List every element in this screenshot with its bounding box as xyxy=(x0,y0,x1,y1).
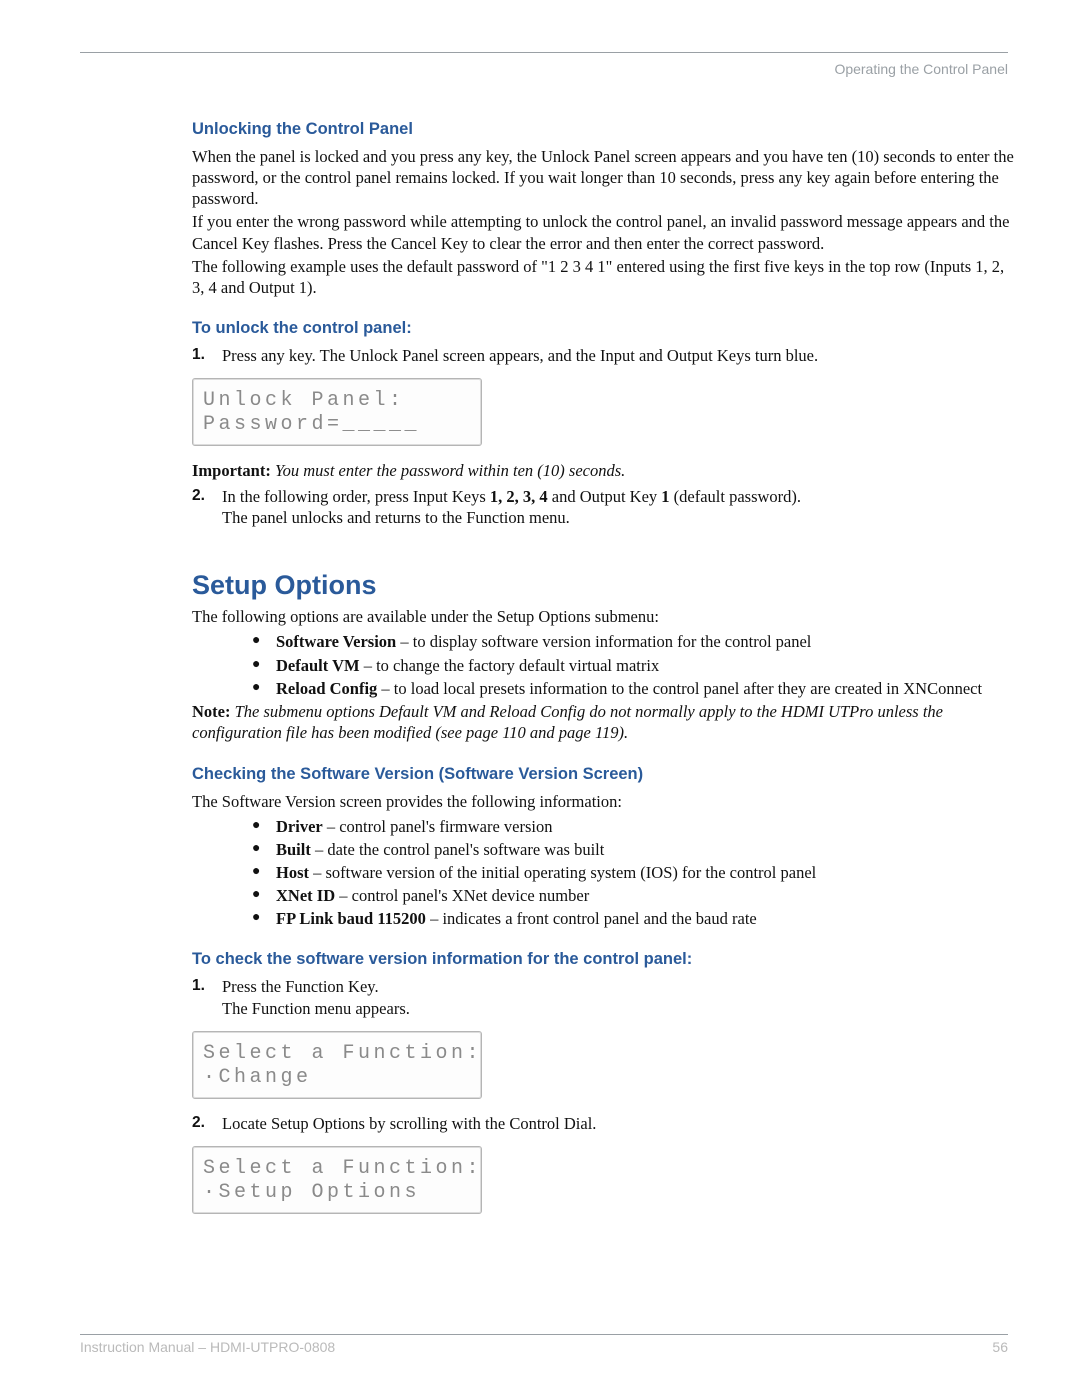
important-note: Important: You must enter the password w… xyxy=(192,460,1016,481)
footer-left: Instruction Manual – HDMI-UTPRO-0808 xyxy=(80,1339,335,1355)
lcd-line: Password=_____ xyxy=(203,413,420,436)
page: Operating the Control Panel Unlocking th… xyxy=(0,0,1080,1397)
bullet-icon: ● xyxy=(252,816,276,837)
list-item: ●Host – software version of the initial … xyxy=(252,862,1016,883)
lcd-line: Select a Function: xyxy=(203,1042,482,1065)
ordered-list: 2. Locate Setup Options by scrolling wit… xyxy=(192,1113,1016,1134)
note-label: Note: xyxy=(192,702,230,721)
step-text: Press any key. The Unlock Panel screen a… xyxy=(222,345,1016,366)
paragraph: If you enter the wrong password while at… xyxy=(192,211,1016,253)
ordered-list: 1. Press any key. The Unlock Panel scree… xyxy=(192,345,1016,366)
step-text: Locate Setup Options by scrolling with t… xyxy=(222,1113,1016,1134)
lcd-screen: Unlock Panel: Password=_____ xyxy=(192,378,482,446)
list-item: 1. Press the Function Key. The Function … xyxy=(192,976,1016,1018)
lcd-line: Unlock Panel: xyxy=(203,389,405,412)
list-item: ●XNet ID – control panel's XNet device n… xyxy=(252,885,1016,906)
bullet-icon: ● xyxy=(252,655,276,676)
list-item: ●Driver – control panel's firmware versi… xyxy=(252,816,1016,837)
list-item: 2. Locate Setup Options by scrolling wit… xyxy=(192,1113,1016,1134)
top-rule xyxy=(80,52,1008,53)
paragraph: The Software Version screen provides the… xyxy=(192,791,1016,812)
page-number: 56 xyxy=(992,1339,1008,1355)
heading-to-check-sw: To check the software version informatio… xyxy=(192,949,1016,970)
running-header: Operating the Control Panel xyxy=(80,61,1008,77)
ordered-list: 2. In the following order, press Input K… xyxy=(192,486,1016,528)
step-number: 2. xyxy=(192,486,222,528)
heading-unlocking: Unlocking the Control Panel xyxy=(192,119,1016,140)
bullet-list: ●Software Version – to display software … xyxy=(252,631,1016,698)
paragraph: The following example uses the default p… xyxy=(192,256,1016,298)
lcd-line: Select a Function: xyxy=(203,1157,482,1180)
step-number: 1. xyxy=(192,976,222,1018)
paragraph: The following options are available unde… xyxy=(192,606,1016,627)
paragraph: When the panel is locked and you press a… xyxy=(192,146,1016,209)
bullet-icon: ● xyxy=(252,631,276,652)
heading-to-unlock: To unlock the control panel: xyxy=(192,318,1016,339)
step-text: In the following order, press Input Keys… xyxy=(222,486,1016,528)
step-text: Press the Function Key. The Function men… xyxy=(222,976,1016,1018)
footer: Instruction Manual – HDMI-UTPRO-0808 56 xyxy=(80,1334,1008,1355)
lcd-line: ·Change xyxy=(203,1066,312,1089)
bullet-icon: ● xyxy=(252,908,276,929)
step-number: 1. xyxy=(192,345,222,366)
ordered-list: 1. Press the Function Key. The Function … xyxy=(192,976,1016,1018)
lcd-screen: Select a Function: ·Setup Options xyxy=(192,1146,482,1214)
note-text: The submenu options Default VM and Reloa… xyxy=(192,702,943,742)
list-item: 2. In the following order, press Input K… xyxy=(192,486,1016,528)
list-item: ●Built – date the control panel's softwa… xyxy=(252,839,1016,860)
bullet-icon: ● xyxy=(252,885,276,906)
step-number: 2. xyxy=(192,1113,222,1134)
bullet-icon: ● xyxy=(252,678,276,699)
list-item: ●Software Version – to display software … xyxy=(252,631,1016,652)
important-label: Important: xyxy=(192,461,271,480)
footer-rule xyxy=(80,1334,1008,1335)
list-item: ●Reload Config – to load local presets i… xyxy=(252,678,1016,699)
bullet-icon: ● xyxy=(252,839,276,860)
list-item: ●FP Link baud 115200 – indicates a front… xyxy=(252,908,1016,929)
list-item: 1. Press any key. The Unlock Panel scree… xyxy=(192,345,1016,366)
lcd-screen: Select a Function: ·Change xyxy=(192,1031,482,1099)
bullet-list: ●Driver – control panel's firmware versi… xyxy=(252,816,1016,930)
heading-setup-options: Setup Options xyxy=(192,568,1016,603)
bullet-icon: ● xyxy=(252,862,276,883)
note: Note: The submenu options Default VM and… xyxy=(192,701,1016,744)
lcd-line: ·Setup Options xyxy=(203,1181,420,1204)
heading-checking-sw: Checking the Software Version (Software … xyxy=(192,764,1016,785)
content-column: Unlocking the Control Panel When the pan… xyxy=(192,119,1016,1214)
important-text: You must enter the password within ten (… xyxy=(271,461,625,480)
list-item: ●Default VM – to change the factory defa… xyxy=(252,655,1016,676)
